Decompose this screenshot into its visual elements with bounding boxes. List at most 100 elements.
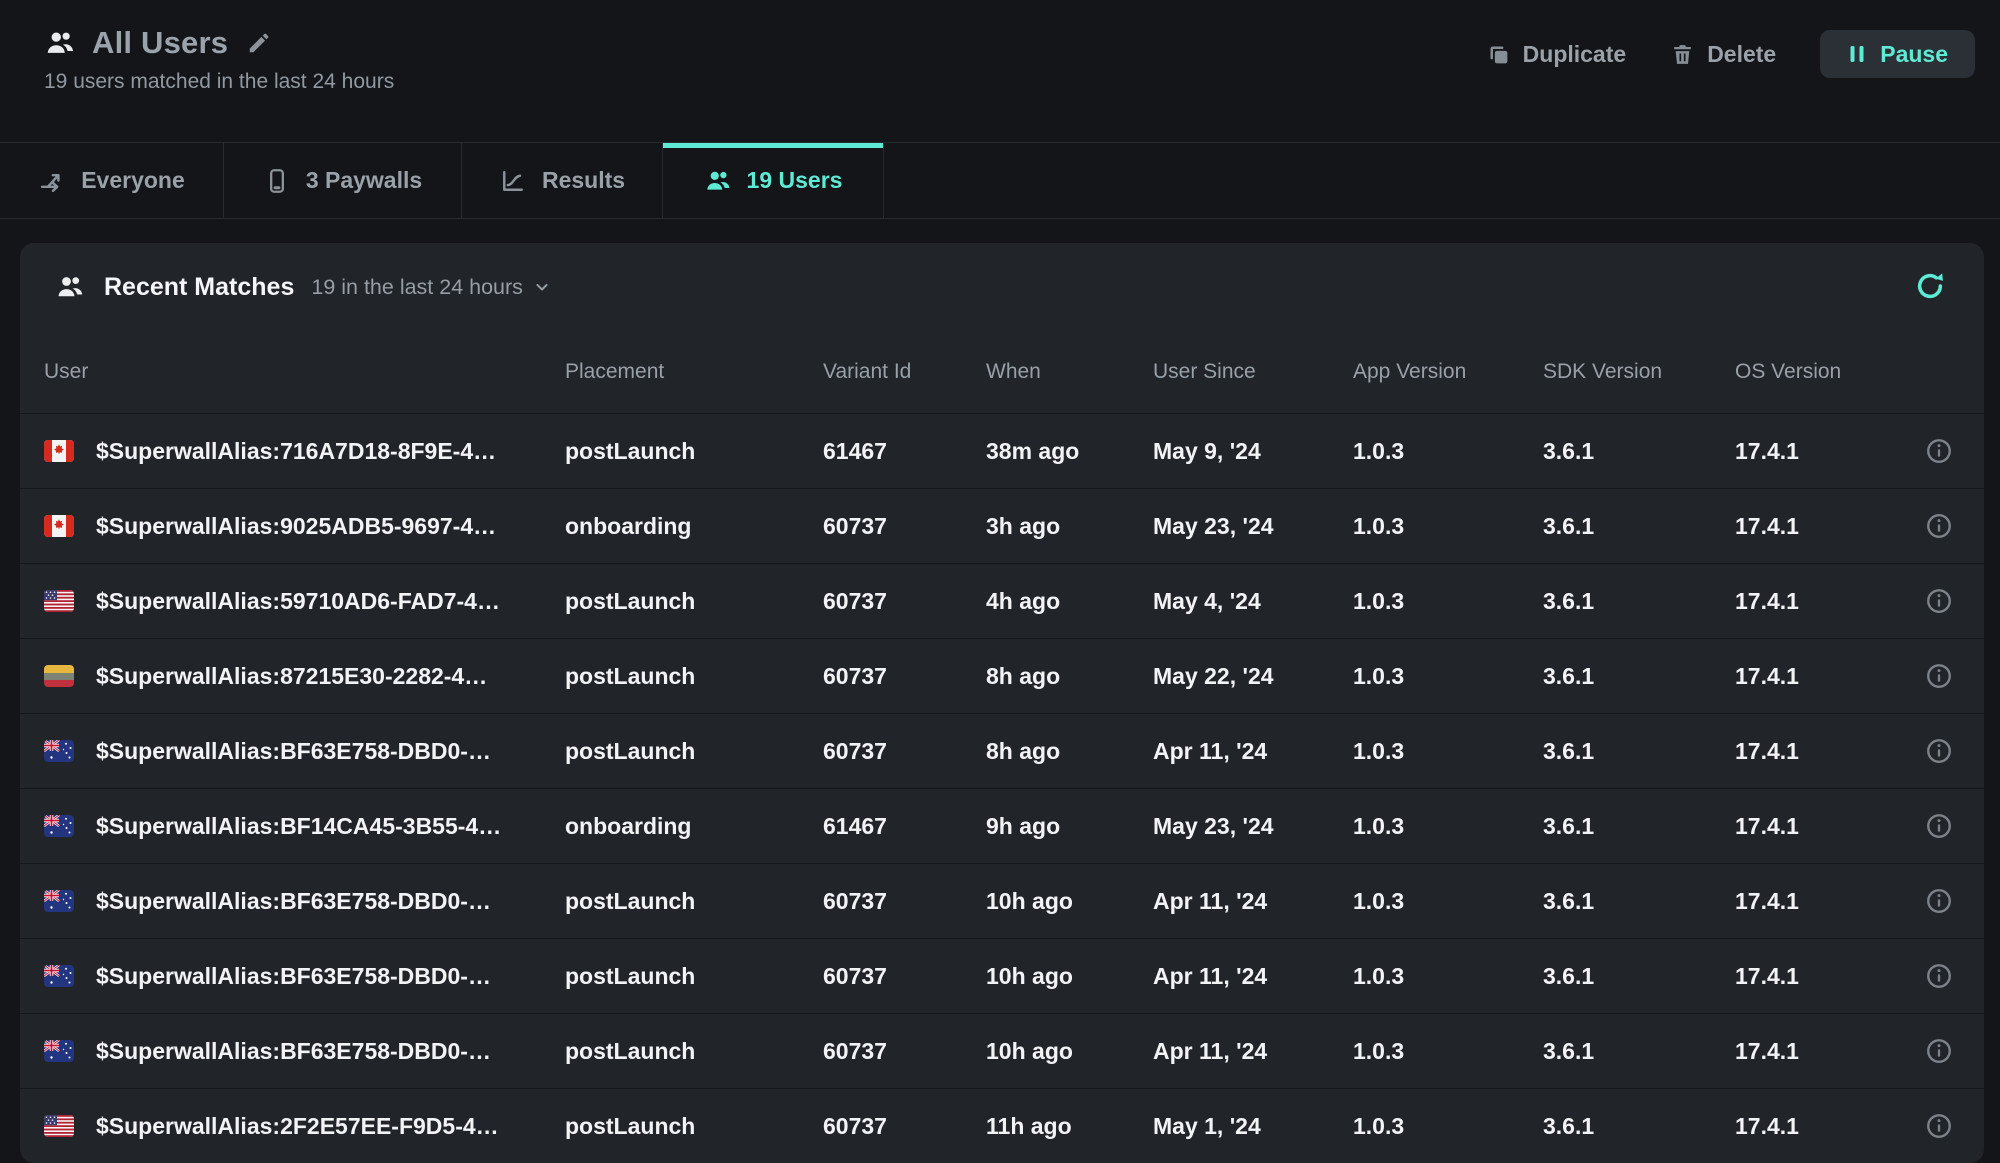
os-version-cell: 17.4.1 xyxy=(1735,963,1900,990)
info-icon xyxy=(1924,1036,1954,1066)
edit-pencil-icon[interactable] xyxy=(246,30,272,56)
info-button[interactable] xyxy=(1924,1111,1954,1141)
table-row[interactable]: $SuperwallAlias:9025ADB5-9697-4… onboard… xyxy=(20,488,1984,563)
pause-button[interactable]: Pause xyxy=(1820,30,1975,78)
info-button[interactable] xyxy=(1924,811,1954,841)
column-header-variant-id: Variant Id xyxy=(823,360,986,384)
chart-icon xyxy=(499,167,527,195)
user-alias: $SuperwallAlias:BF14CA45-3B55-4… xyxy=(96,813,501,840)
info-button[interactable] xyxy=(1924,961,1954,991)
country-flag-icon-australia xyxy=(44,1040,74,1062)
table-body: $SuperwallAlias:716A7D18-8F9E-4… postLau… xyxy=(20,413,1984,1163)
info-button[interactable] xyxy=(1924,736,1954,766)
sdk-version-cell: 3.6.1 xyxy=(1543,513,1735,540)
variant-id-cell: 60737 xyxy=(823,663,986,690)
sdk-version-cell: 3.6.1 xyxy=(1543,1113,1735,1140)
tab-bar: Everyone 3 Paywalls Results 19 Users xyxy=(0,142,2000,219)
delete-button[interactable]: Delete xyxy=(1670,41,1776,68)
page-header: All Users 19 users matched in the last 2… xyxy=(0,0,2000,142)
app-version-cell: 1.0.3 xyxy=(1353,888,1543,915)
table-row[interactable]: $SuperwallAlias:716A7D18-8F9E-4… postLau… xyxy=(20,413,1984,488)
user-alias: $SuperwallAlias:59710AD6-FAD7-4… xyxy=(96,588,500,615)
placement-cell: postLaunch xyxy=(565,588,823,615)
variant-id-cell: 60737 xyxy=(823,513,986,540)
country-flag-icon-canada xyxy=(44,440,74,462)
refresh-button[interactable] xyxy=(1913,269,1947,303)
table-row[interactable]: $SuperwallAlias:2F2E57EE-F9D5-4… postLau… xyxy=(20,1088,1984,1163)
when-cell: 9h ago xyxy=(986,813,1153,840)
country-flag-icon-australia xyxy=(44,815,74,837)
info-button[interactable] xyxy=(1924,661,1954,691)
refresh-icon xyxy=(1913,269,1947,303)
table-row[interactable]: $SuperwallAlias:BF63E758-DBD0-… postLaun… xyxy=(20,713,1984,788)
os-version-cell: 17.4.1 xyxy=(1735,663,1900,690)
country-flag-icon-canada xyxy=(44,515,74,537)
tab-results[interactable]: Results xyxy=(462,143,663,218)
app-version-cell: 1.0.3 xyxy=(1353,1113,1543,1140)
info-button[interactable] xyxy=(1924,436,1954,466)
info-button[interactable] xyxy=(1924,1036,1954,1066)
when-cell: 8h ago xyxy=(986,738,1153,765)
time-range-dropdown[interactable]: 19 in the last 24 hours xyxy=(311,275,552,300)
user-since-cell: Apr 11, '24 xyxy=(1153,1038,1353,1065)
app-version-cell: 1.0.3 xyxy=(1353,588,1543,615)
info-button[interactable] xyxy=(1924,586,1954,616)
panel-header: Recent Matches 19 in the last 24 hours xyxy=(20,243,1984,331)
country-flag-icon-australia xyxy=(44,740,74,762)
variant-id-cell: 60737 xyxy=(823,738,986,765)
tab-users[interactable]: 19 Users xyxy=(663,143,884,218)
table-row[interactable]: $SuperwallAlias:87215E30-2282-4… postLau… xyxy=(20,638,1984,713)
column-header-user: User xyxy=(44,360,565,384)
recent-matches-panel: Recent Matches 19 in the last 24 hours U… xyxy=(20,243,1984,1163)
info-icon xyxy=(1924,511,1954,541)
country-flag-icon-usa xyxy=(44,1115,74,1137)
users-icon xyxy=(55,272,85,302)
user-alias: $SuperwallAlias:BF63E758-DBD0-… xyxy=(96,888,491,915)
when-cell: 38m ago xyxy=(986,438,1153,465)
duplicate-button[interactable]: Duplicate xyxy=(1486,41,1627,68)
country-flag-icon-australia xyxy=(44,890,74,912)
app-version-cell: 1.0.3 xyxy=(1353,813,1543,840)
user-alias: $SuperwallAlias:BF63E758-DBD0-… xyxy=(96,1038,491,1065)
user-alias: $SuperwallAlias:716A7D18-8F9E-4… xyxy=(96,438,496,465)
column-header-user-since: User Since xyxy=(1153,360,1353,384)
placement-cell: postLaunch xyxy=(565,1038,823,1065)
table-row[interactable]: $SuperwallAlias:59710AD6-FAD7-4… postLau… xyxy=(20,563,1984,638)
table-column-headers: User Placement Variant Id When User Sinc… xyxy=(20,331,1984,413)
tab-everyone[interactable]: Everyone xyxy=(0,143,224,218)
table-row[interactable]: $SuperwallAlias:BF63E758-DBD0-… postLaun… xyxy=(20,1013,1984,1088)
app-version-cell: 1.0.3 xyxy=(1353,663,1543,690)
country-flag-icon-australia xyxy=(44,965,74,987)
placement-cell: postLaunch xyxy=(565,963,823,990)
column-header-os-version: OS Version xyxy=(1735,360,1900,384)
placement-cell: postLaunch xyxy=(565,438,823,465)
when-cell: 10h ago xyxy=(986,1038,1153,1065)
user-since-cell: Apr 11, '24 xyxy=(1153,963,1353,990)
info-button[interactable] xyxy=(1924,511,1954,541)
table-row[interactable]: $SuperwallAlias:BF14CA45-3B55-4… onboard… xyxy=(20,788,1984,863)
column-header-when: When xyxy=(986,360,1153,384)
tab-paywalls[interactable]: 3 Paywalls xyxy=(224,143,462,218)
sdk-version-cell: 3.6.1 xyxy=(1543,663,1735,690)
pause-icon xyxy=(1847,43,1867,65)
user-since-cell: May 22, '24 xyxy=(1153,663,1353,690)
phone-icon xyxy=(263,167,291,195)
info-button[interactable] xyxy=(1924,886,1954,916)
user-since-cell: May 9, '24 xyxy=(1153,438,1353,465)
sdk-version-cell: 3.6.1 xyxy=(1543,588,1735,615)
panel-title: Recent Matches xyxy=(104,273,294,302)
user-alias: $SuperwallAlias:2F2E57EE-F9D5-4… xyxy=(96,1113,499,1140)
info-icon xyxy=(1924,1111,1954,1141)
variant-id-cell: 60737 xyxy=(823,888,986,915)
os-version-cell: 17.4.1 xyxy=(1735,1038,1900,1065)
variant-id-cell: 61467 xyxy=(823,813,986,840)
placement-cell: postLaunch xyxy=(565,888,823,915)
info-icon xyxy=(1924,586,1954,616)
table-row[interactable]: $SuperwallAlias:BF63E758-DBD0-… postLaun… xyxy=(20,938,1984,1013)
app-version-cell: 1.0.3 xyxy=(1353,1038,1543,1065)
user-since-cell: May 4, '24 xyxy=(1153,588,1353,615)
table-row[interactable]: $SuperwallAlias:BF63E758-DBD0-… postLaun… xyxy=(20,863,1984,938)
variant-id-cell: 60737 xyxy=(823,1038,986,1065)
user-alias: $SuperwallAlias:BF63E758-DBD0-… xyxy=(96,738,491,765)
when-cell: 4h ago xyxy=(986,588,1153,615)
